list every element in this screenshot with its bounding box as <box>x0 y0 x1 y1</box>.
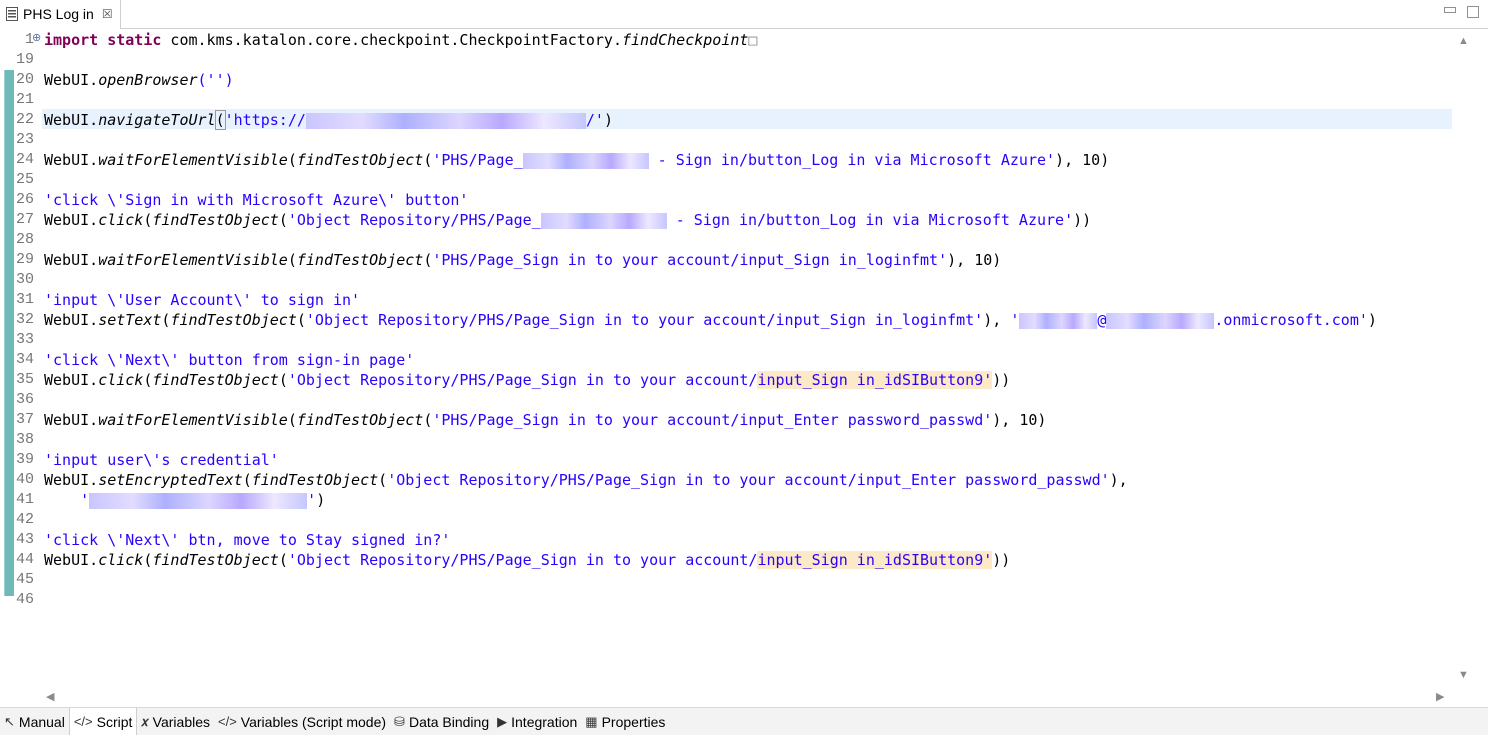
line-number-gutter: 1 ⊕ 19 20 21 22 23 24 25 26 27 28 29 30 … <box>14 29 43 687</box>
redacted-page-name <box>522 152 649 169</box>
scroll-up-icon[interactable]: ▲ <box>1458 35 1469 47</box>
code-line-37[interactable]: WebUI.waitForElementVisible(findTestObje… <box>44 410 1046 430</box>
line-number: 28 <box>15 231 34 248</box>
code-line-35[interactable]: WebUI.click(findTestObject('Object Repos… <box>44 370 1010 390</box>
integration-icon: ▶ <box>497 713 508 729</box>
redacted-password <box>89 492 308 509</box>
properties-table-icon: ▦ <box>585 713 598 729</box>
line-number: 36 <box>15 391 34 408</box>
script-editor[interactable]: 1 ⊕ 19 20 21 22 23 24 25 26 27 28 29 30 … <box>0 29 1488 707</box>
redacted-domain <box>1106 312 1215 329</box>
scroll-left-icon[interactable]: ◀ <box>46 690 54 703</box>
line-number: 42 <box>15 511 34 528</box>
code-icon: </> <box>218 714 237 729</box>
tab-data-binding[interactable]: ⛁ Data Binding <box>390 708 493 735</box>
line-number: 20 <box>15 71 34 88</box>
line-number: 44 <box>15 551 34 568</box>
tab-variables[interactable]: 𝑥 Variables <box>137 708 214 735</box>
editor-tab-title: PHS Log in <box>23 6 94 22</box>
line-number: 26 <box>15 191 34 208</box>
line-number: 19 <box>15 51 34 68</box>
code-line-24[interactable]: WebUI.waitForElementVisible(findTestObje… <box>44 150 1109 170</box>
test-case-file-icon <box>6 7 18 21</box>
line-number: 41 <box>15 491 34 508</box>
code-line-20[interactable]: WebUI.openBrowser('') <box>44 70 234 90</box>
editor-tab-phs-log-in[interactable]: PHS Log in ☒ <box>0 0 121 28</box>
code-area[interactable]: import static com.kms.katalon.core.check… <box>42 29 1452 687</box>
redacted-page-name <box>540 212 667 229</box>
occurrence-highlight: input_Sign in_idSIButton9' <box>757 551 993 569</box>
line-number: 37 <box>15 411 34 428</box>
vertical-scrollbar[interactable]: ▲ ▼ <box>1452 29 1473 687</box>
code-line-27[interactable]: WebUI.click(findTestObject('Object Repos… <box>44 210 1091 230</box>
editor-mode-tabs: ↖ Manual </> Script 𝑥 Variables </> Variable… <box>0 707 1488 735</box>
tab-manual[interactable]: ↖ Manual <box>0 708 69 735</box>
line-number: 25 <box>15 171 34 188</box>
line-number: 22 <box>15 111 34 128</box>
database-icon: ⛁ <box>394 713 405 729</box>
code-line-26[interactable]: 'click \'Sign in with Microsoft Azure\' … <box>44 190 468 210</box>
tab-variables-script-mode[interactable]: </> Variables (Script mode) <box>214 708 390 735</box>
code-line-29[interactable]: WebUI.waitForElementVisible(findTestObje… <box>44 250 1001 270</box>
code-line-31[interactable]: 'input \'User Account\' to sign in' <box>44 290 360 310</box>
occurrence-highlight: input_Sign in_idSIButton9' <box>757 371 993 389</box>
close-tab-icon[interactable]: ☒ <box>102 7 113 21</box>
redacted-url <box>305 112 586 129</box>
line-number: 29 <box>15 251 34 268</box>
tab-integration[interactable]: ▶ Integration <box>493 708 581 735</box>
code-line-1[interactable]: import static com.kms.katalon.core.check… <box>44 30 757 50</box>
code-line-32[interactable]: WebUI.setText(findTestObject('Object Rep… <box>44 310 1377 330</box>
line-number: 45 <box>15 571 34 588</box>
editor-tab-bar: PHS Log in ☒ <box>0 0 1488 29</box>
line-number: 34 <box>15 351 34 368</box>
line-number: 32 <box>15 311 34 328</box>
line-number: 35 <box>15 371 34 388</box>
code-line-44[interactable]: WebUI.click(findTestObject('Object Repos… <box>44 550 1010 570</box>
code-line-22[interactable]: WebUI.navigateToUrl('https:///') <box>44 110 613 130</box>
line-number: 31 <box>15 291 34 308</box>
line-number: 30 <box>15 271 34 288</box>
tab-script[interactable]: </> Script <box>68 708 138 735</box>
line-number: 24 <box>15 151 34 168</box>
horizontal-scrollbar[interactable]: ◀ ▶ <box>42 687 1452 707</box>
line-number: 21 <box>15 91 34 108</box>
minimize-editor-button[interactable] <box>1444 7 1456 13</box>
line-number: 46 <box>15 591 34 608</box>
line-number: 27 <box>15 211 34 228</box>
code-line-34[interactable]: 'click \'Next\' button from sign-in page… <box>44 350 414 370</box>
variable-icon: 𝑥 <box>141 713 149 729</box>
code-line-41[interactable]: ' ') <box>44 490 325 510</box>
line-number: 43 <box>15 531 34 548</box>
line-number: 38 <box>15 431 34 448</box>
code-line-39[interactable]: 'input user\'s credential' <box>44 450 279 470</box>
line-number: 39 <box>15 451 34 468</box>
cursor-icon: ↖ <box>4 713 15 729</box>
tab-properties[interactable]: ▦ Properties <box>581 708 669 735</box>
line-number: 33 <box>15 331 34 348</box>
redacted-username <box>1019 312 1098 329</box>
line-number: 1 <box>24 31 34 48</box>
code-icon: </> <box>73 714 93 729</box>
line-number: 40 <box>15 471 34 488</box>
maximize-editor-button[interactable] <box>1467 6 1479 18</box>
scroll-down-icon[interactable]: ▼ <box>1458 669 1469 681</box>
line-number: 23 <box>15 131 34 148</box>
code-line-43[interactable]: 'click \'Next\' btn, move to Stay signed… <box>44 530 450 550</box>
scroll-right-icon[interactable]: ▶ <box>1436 690 1444 703</box>
expand-fold-icon[interactable]: ⊕ <box>32 31 41 44</box>
code-line-40[interactable]: WebUI.setEncryptedText(findTestObject('O… <box>44 470 1128 490</box>
